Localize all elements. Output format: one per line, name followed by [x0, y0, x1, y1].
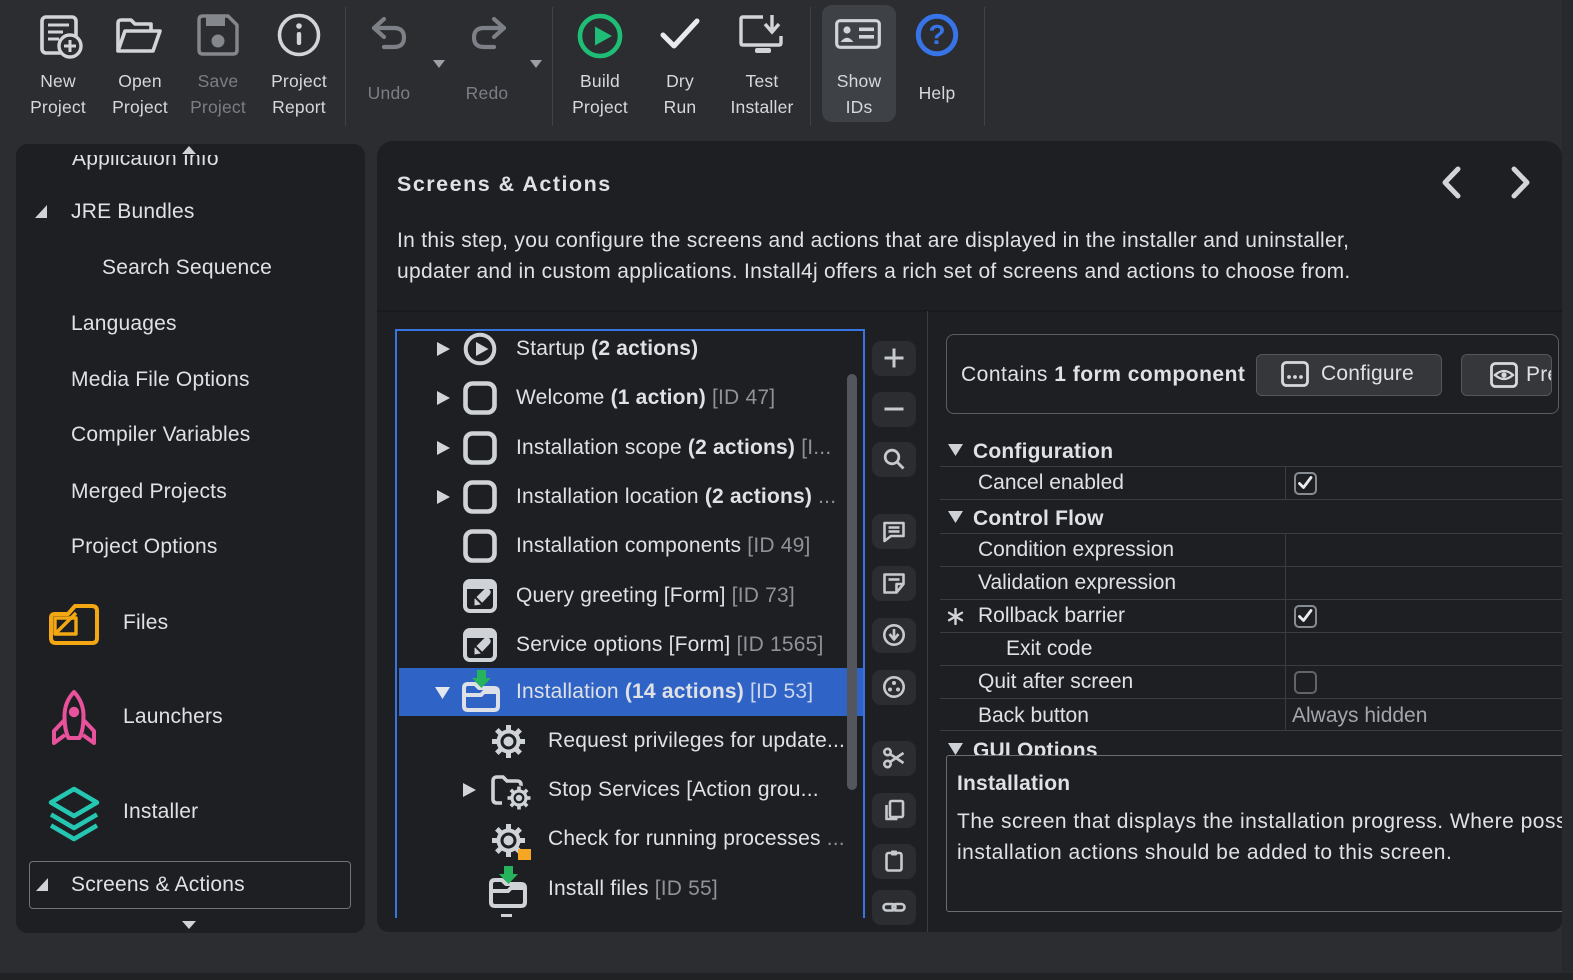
- svg-text:?: ?: [928, 19, 945, 50]
